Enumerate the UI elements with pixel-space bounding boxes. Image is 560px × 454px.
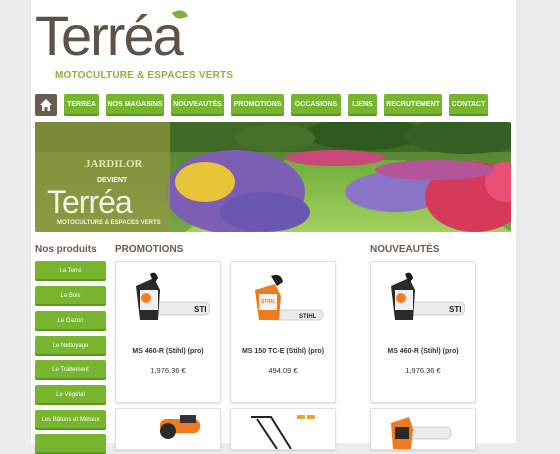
site-logo[interactable]: Terréa MOTOCULTURE & ESPACES VERTS [35, 4, 235, 82]
chainsaw-image: STI [391, 272, 465, 320]
nav-recrutement[interactable]: RECRUTEMENT [384, 94, 442, 116]
svg-text:STI: STI [449, 305, 461, 314]
home-button[interactable] [35, 94, 57, 116]
sidebar-item-le-bois[interactable]: Le Bois [35, 286, 106, 306]
logo-tagline: MOTOCULTURE & ESPACES VERTS [55, 70, 234, 81]
sidebar-item-batons-metaux[interactable]: Les Bâtons et Métaux [35, 410, 106, 430]
product-name: MS 150 TC-E (Stihl) (pro) [241, 348, 325, 355]
page: Terréa MOTOCULTURE & ESPACES VERTS TERRE… [31, 0, 516, 454]
hero-banner: JARDILOR DEVIENT Terréa MOTOCULTURE & ES… [35, 122, 511, 232]
home-icon [40, 99, 52, 111]
banner-devient: DEVIENT [97, 177, 128, 184]
product-card[interactable] [370, 408, 476, 450]
nav-nos-magasins[interactable]: NOS MAGASINS [106, 94, 164, 116]
sidebar-item-more[interactable] [35, 434, 106, 454]
product-name: MS 460-R (Stihl) (pro) [132, 348, 204, 355]
product-card[interactable] [115, 408, 221, 450]
nav-contact[interactable]: CONTACT [449, 94, 488, 116]
banner-old-brand: JARDILOR [85, 158, 143, 170]
product-price: 494.09 € [268, 366, 298, 375]
sidebar-title: Nos produits [35, 244, 97, 255]
sidebar-item-le-gazon[interactable]: Le Gazon [35, 311, 106, 331]
chainsaw-image: STI [136, 272, 210, 320]
sidebar-item-la-terre[interactable]: La Terre [35, 261, 106, 281]
banner-new-brand: Terréa [47, 184, 133, 220]
product-card[interactable]: STI MS 460-R (Stihl) (pro) 1,976.36 € [370, 261, 476, 403]
promotions-title: PROMOTIONS [115, 244, 184, 255]
nav-promotions[interactable]: PROMOTIONS [231, 94, 284, 116]
product-card[interactable]: STIHL STIHL MS 150 TC-E (Stihl) (pro) 49… [230, 261, 336, 403]
chainsaw-image: STIHL STIHL [255, 274, 324, 321]
sidebar-item-le-traitement[interactable]: Le Traitement [35, 360, 106, 380]
banner-new-tagline: MOTOCULTURE & ESPACES VERTS [57, 220, 161, 226]
sidebar-item-le-nettoyage[interactable]: Le Nettoyage [35, 336, 106, 356]
product-card[interactable] [230, 408, 336, 450]
product-image [160, 415, 200, 439]
sidebar-item-le-vegetal[interactable]: Le Végétal [35, 385, 106, 405]
product-name: MS 460-R (Stihl) (pro) [387, 348, 459, 355]
nav-terrea[interactable]: TERREA [64, 94, 99, 116]
nouveautes-title: NOUVEAUTÉS [370, 244, 440, 255]
product-card[interactable]: STI MS 460-R (Stihl) (pro) 1,976.36 € [115, 261, 221, 403]
product-price: 1,976.36 € [405, 366, 441, 375]
nav-nouveautes[interactable]: NOUVEAUTÉS [171, 94, 224, 116]
logo-wordmark: Terréa [35, 4, 184, 67]
product-image [391, 417, 452, 449]
svg-text:STIHL: STIHL [261, 299, 275, 305]
nav-liens[interactable]: LIENS [348, 94, 377, 116]
product-price: 1,976.36 € [150, 366, 186, 375]
svg-text:STIHL: STIHL [299, 314, 317, 320]
product-image [251, 415, 315, 449]
nav-occasions[interactable]: OCCASIONS [291, 94, 341, 116]
svg-text:STI: STI [194, 305, 206, 314]
